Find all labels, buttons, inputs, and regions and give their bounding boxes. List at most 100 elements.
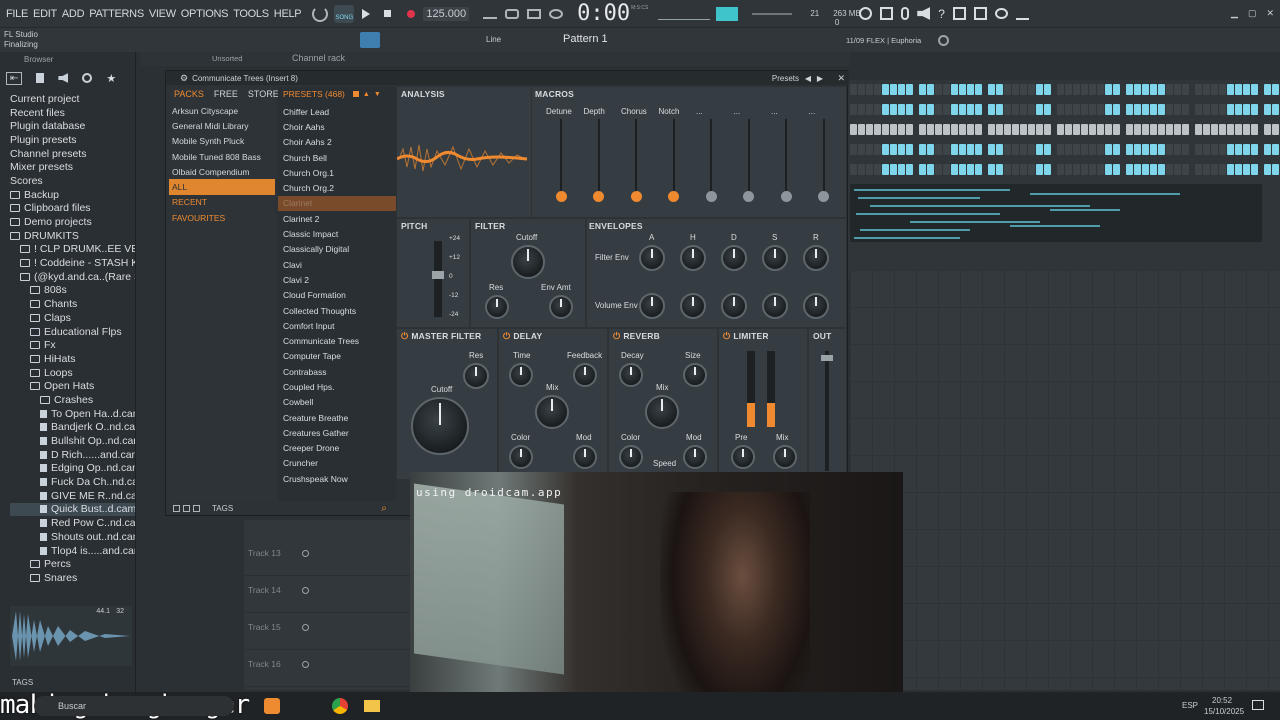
preset-item[interactable]: Classically Digital xyxy=(278,242,396,257)
browser-folder[interactable]: (@kyd.and.ca..(Rare Shit) xyxy=(10,270,135,284)
step-button[interactable] xyxy=(1158,84,1165,95)
pitch-slider-handle[interactable] xyxy=(432,271,444,279)
preset-item[interactable]: Church Org.1 xyxy=(278,165,396,180)
stop-icon[interactable] xyxy=(384,10,392,17)
step-button[interactable] xyxy=(1004,144,1011,155)
track-mute-icon[interactable] xyxy=(302,587,309,594)
step-button[interactable] xyxy=(1211,84,1218,95)
step-button[interactable] xyxy=(890,104,897,115)
preset-item[interactable]: Communicate Trees xyxy=(278,333,396,348)
step-button[interactable] xyxy=(890,144,897,155)
step-button[interactable] xyxy=(882,104,889,115)
browser-folder[interactable]: Claps xyxy=(10,311,135,325)
preset-item[interactable]: Creatures Gather xyxy=(278,425,396,440)
menu-view[interactable]: VIEW xyxy=(149,8,176,20)
step-button[interactable] xyxy=(1113,124,1120,135)
step-button[interactable] xyxy=(1195,84,1202,95)
output-slider[interactable] xyxy=(825,351,829,471)
snap-select[interactable]: Line xyxy=(486,35,501,44)
explorer-taskbar-icon[interactable] xyxy=(364,700,380,712)
browser-folder[interactable]: Mixer presets xyxy=(10,160,135,174)
pack-item[interactable]: Mobile Tuned 808 Bass xyxy=(169,149,275,164)
step-button[interactable] xyxy=(975,124,982,135)
macro-slider[interactable] xyxy=(785,119,787,197)
step-button[interactable] xyxy=(1182,124,1189,135)
step-button[interactable] xyxy=(951,124,958,135)
envelope-knob[interactable] xyxy=(803,293,829,319)
step-button[interactable] xyxy=(935,124,942,135)
step-button[interactable] xyxy=(1134,144,1141,155)
step-button[interactable] xyxy=(1065,104,1072,115)
step-button[interactable] xyxy=(919,164,926,175)
step-button[interactable] xyxy=(1036,144,1043,155)
step-button[interactable] xyxy=(874,84,881,95)
browser-star-icon[interactable]: ★ xyxy=(106,72,116,85)
plugin-tags[interactable]: TAGS xyxy=(212,504,233,513)
step-button[interactable] xyxy=(959,164,966,175)
browser-folder[interactable]: Channel presets xyxy=(10,147,135,161)
step-button[interactable] xyxy=(1012,84,1019,95)
step-button[interactable] xyxy=(996,164,1003,175)
step-button[interactable] xyxy=(975,164,982,175)
track-mute-icon[interactable] xyxy=(302,550,309,557)
step-button[interactable] xyxy=(1142,104,1149,115)
tempo-display[interactable]: 125.000 xyxy=(423,6,470,21)
pack-item[interactable]: Arksun Cityscape xyxy=(169,103,275,118)
step-button[interactable] xyxy=(1105,104,1112,115)
playlist-grid[interactable] xyxy=(850,270,1280,690)
step-button[interactable] xyxy=(919,144,926,155)
browser-folder[interactable]: Educational Flps xyxy=(10,325,135,339)
step-button[interactable] xyxy=(1158,144,1165,155)
preset-item[interactable]: Church Org.2 xyxy=(278,180,396,195)
step-button[interactable] xyxy=(975,144,982,155)
step-button[interactable] xyxy=(898,84,905,95)
step-button[interactable] xyxy=(1142,144,1149,155)
master-filter-power-icon[interactable]: ⏻ xyxy=(401,331,408,341)
step-button[interactable] xyxy=(1012,144,1019,155)
browser-folder[interactable]: Backup xyxy=(10,188,135,202)
tab-free[interactable]: FREE xyxy=(214,89,238,99)
step-button[interactable] xyxy=(1166,164,1173,175)
macro-slider[interactable] xyxy=(597,119,600,197)
blend-notes-icon[interactable] xyxy=(549,8,564,19)
browser-folder[interactable]: Open Hats xyxy=(10,379,135,393)
step-button[interactable] xyxy=(1243,124,1250,135)
microphone-icon[interactable] xyxy=(901,7,910,20)
view-tile-icon[interactable] xyxy=(193,504,200,512)
step-button[interactable] xyxy=(1089,84,1096,95)
step-button[interactable] xyxy=(1012,164,1019,175)
reverb-mix-knob[interactable] xyxy=(645,395,679,429)
step-button[interactable] xyxy=(935,84,942,95)
step-button[interactable] xyxy=(898,144,905,155)
menu-tools[interactable]: TOOLS xyxy=(233,8,269,20)
step-button[interactable] xyxy=(1235,164,1242,175)
step-button[interactable] xyxy=(1195,104,1202,115)
delay-mod-knob[interactable] xyxy=(573,445,597,469)
step-button[interactable] xyxy=(1272,124,1279,135)
chrome-taskbar-icon[interactable] xyxy=(332,698,348,714)
step-button[interactable] xyxy=(1081,164,1088,175)
maximize-icon[interactable]: ▢ xyxy=(1248,8,1257,19)
preset-item[interactable]: Creature Breathe xyxy=(278,410,396,425)
envelope-knob[interactable] xyxy=(639,245,665,271)
browser-folder[interactable]: ! Coddeine - STASH KIT V3 ! xyxy=(10,256,135,270)
step-button[interactable] xyxy=(951,164,958,175)
step-button[interactable] xyxy=(1182,84,1189,95)
step-button[interactable] xyxy=(1264,124,1271,135)
preset-item[interactable]: Church Bell xyxy=(278,150,396,165)
pack-item[interactable]: General Midi Library xyxy=(169,118,275,133)
step-button[interactable] xyxy=(1065,144,1072,155)
master-pitch-slider[interactable] xyxy=(752,12,793,15)
track-mute-icon[interactable] xyxy=(302,624,309,631)
step-button[interactable] xyxy=(1174,104,1181,115)
step-button[interactable] xyxy=(1272,84,1279,95)
tab-packs[interactable]: PACKS xyxy=(174,89,204,99)
step-button[interactable] xyxy=(1134,104,1141,115)
step-button[interactable] xyxy=(1251,84,1258,95)
step-button[interactable] xyxy=(1089,164,1096,175)
step-button[interactable] xyxy=(1097,84,1104,95)
plugin-search-icon[interactable]: ⌕ xyxy=(381,503,387,514)
step-button[interactable] xyxy=(1235,104,1242,115)
record-icon[interactable] xyxy=(407,9,416,18)
step-button[interactable] xyxy=(1126,144,1133,155)
